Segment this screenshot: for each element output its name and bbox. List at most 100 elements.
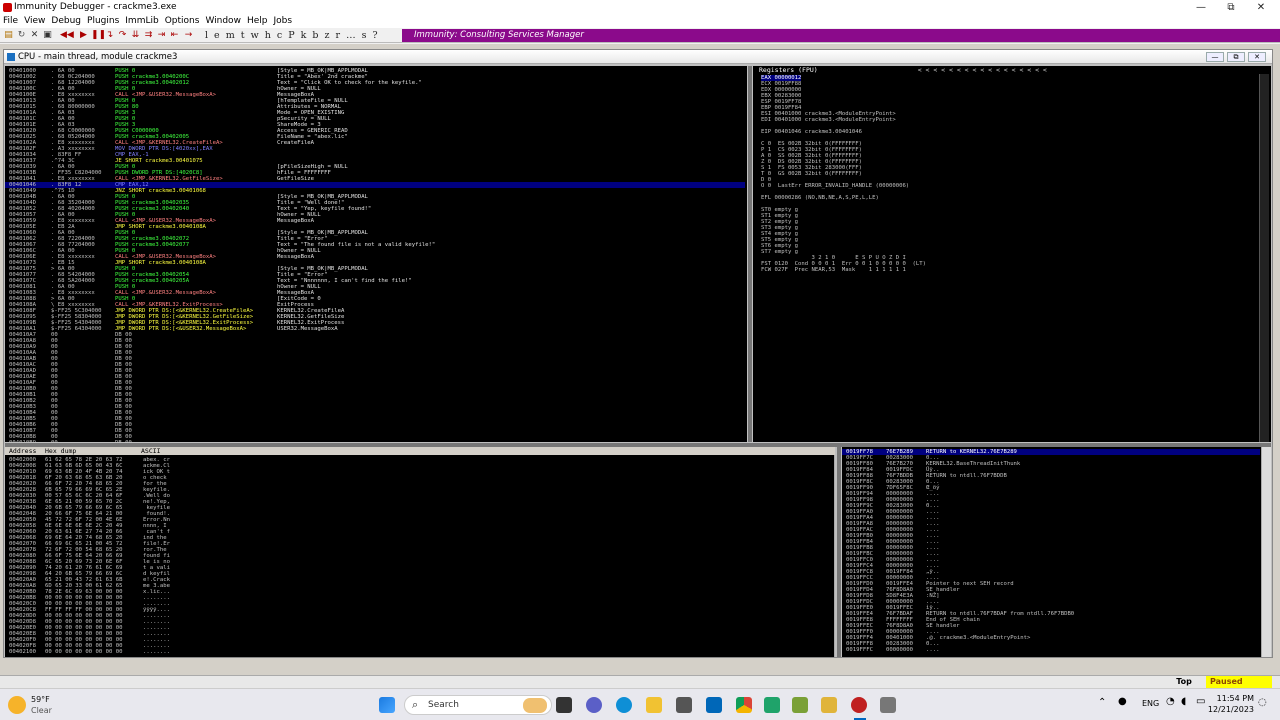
restore-button[interactable]: ⧉ (1216, 0, 1246, 15)
task-view-icon[interactable] (556, 697, 572, 713)
store-icon[interactable] (676, 697, 692, 713)
registers-scrollbar[interactable] (1259, 74, 1269, 442)
dump-header: Address Hex dump ASCII (5, 447, 835, 455)
cpu-minimize-button[interactable]: — (1206, 52, 1224, 62)
dump-scrollbar[interactable] (834, 455, 835, 657)
open-icon[interactable]: ▤ (3, 30, 14, 41)
search-highlight-icon (523, 698, 547, 713)
mail-icon[interactable] (706, 697, 722, 713)
registers-pane[interactable]: Registers (FPU) < < < < < < < < < < < < <… (753, 66, 1271, 442)
status-top: Top (1176, 677, 1192, 686)
chrome-icon[interactable] (736, 697, 752, 713)
cpu-window: CPU - main thread, module crackme3 — ⧉ ✕… (3, 49, 1273, 658)
language-indicator[interactable]: ENG (1142, 699, 1159, 708)
volume-icon[interactable]: ◖ (1181, 696, 1186, 707)
app-icon (3, 3, 12, 12)
disasm-row[interactable]: 004010B9 00 DB 00 (5, 440, 745, 442)
clock-date[interactable]: 12/21/2023 (1203, 705, 1254, 714)
menu-options[interactable]: Options (162, 15, 203, 28)
weather-temp[interactable]: 59°F (31, 695, 50, 704)
search-icon: ⌕ (412, 698, 419, 711)
pin-app-icon[interactable] (880, 697, 896, 713)
pane-splitter-lower[interactable] (837, 447, 841, 657)
pause-icon[interactable]: ❚❚ (91, 30, 106, 41)
menu-view[interactable]: View (21, 15, 48, 28)
cpu-close-button[interactable]: ✕ (1248, 52, 1266, 62)
menu-bar: File View Debug Plugins ImmLib Options Window H… (0, 15, 1280, 28)
search-box[interactable]: ⌕ Search (404, 695, 552, 715)
stack-pane[interactable]: 0019FF78 76E7B289 RETURN to KERNEL32.76E7B… (842, 447, 1271, 657)
clock-time[interactable]: 11:54 PM (1208, 694, 1254, 703)
registers-header: Registers (FPU) < < < < < < < < < < < < <… (753, 66, 1271, 74)
menu-file[interactable]: File (0, 15, 21, 28)
dump-ascii: ........ (143, 649, 170, 655)
immunity-debugger-taskbar-icon[interactable] (851, 697, 867, 713)
stack-row[interactable]: 0019FFFC 00000000.... (842, 647, 1260, 653)
notepad-plus-icon[interactable] (792, 697, 808, 713)
consulting-banner: Immunity: Consulting Services Manager (402, 29, 1280, 42)
trace-over-icon[interactable]: ⇉ (143, 30, 154, 41)
cpu-window-titlebar: CPU - main thread, module crackme3 — ⧉ ✕ (4, 50, 1272, 64)
menu-window[interactable]: Window (202, 15, 244, 28)
register-line[interactable]: EFL 00000286 (NO,NB,NE,A,S,PE,L,LE) (761, 195, 879, 201)
trace-into-icon[interactable]: ⇊ (130, 30, 141, 41)
step-back-icon[interactable]: ◀◀ (60, 30, 74, 41)
register-line[interactable]: T 0 GS 002B 32bit 0(FFFFFFFF) (761, 171, 862, 177)
register-line[interactable]: O 0 LastErr ERROR_INVALID_HANDLE (000000… (761, 183, 909, 189)
stack-value: 00000000 (886, 647, 913, 653)
restart-icon[interactable]: ↻ (16, 30, 27, 41)
file-explorer-icon[interactable] (646, 697, 662, 713)
attach-icon[interactable]: ▣ (42, 30, 53, 41)
dump-header-address[interactable]: Address (9, 447, 36, 455)
start-icon[interactable] (379, 697, 395, 713)
dump-row[interactable]: 00402100 00 00 00 00 00 00 00 00........ (5, 649, 825, 655)
stack-comment: .... (926, 647, 940, 653)
close-program-icon[interactable]: ✕ (29, 30, 40, 41)
chat-icon[interactable] (586, 697, 602, 713)
menu-plugins[interactable]: Plugins (84, 15, 122, 28)
stack-address: 0019FFFC (846, 647, 873, 653)
execute-till-user-icon[interactable]: ⇤ (169, 30, 180, 41)
disasm-address: 004010B9 (9, 440, 36, 442)
step-into-icon[interactable]: ↴ (104, 30, 115, 41)
registers-arrows[interactable]: < < < < < < < < < < < < < < < < < (918, 66, 1047, 74)
microphone-icon[interactable]: ● (1118, 696, 1127, 707)
dump-pane[interactable]: Address Hex dump ASCII 00402000 61 62 65 … (5, 447, 835, 657)
register-line[interactable]: FCW 027F Prec NEAR,53 Mask 1 1 1 1 1 1 (761, 267, 906, 273)
menu-jobs[interactable]: Jobs (270, 15, 295, 28)
disasm-instruction: DB 00 (115, 440, 132, 442)
disassembly-pane[interactable]: 00401000. 6A 00 PUSH 0 [Style = MB_OK|MB_A… (5, 66, 747, 442)
goto-icon[interactable]: → (183, 30, 194, 41)
register-line[interactable]: EIP 00401046 crackme3.00401046 (761, 129, 862, 135)
cpu-icon (7, 53, 15, 61)
dump-header-hex[interactable]: Hex dump (45, 447, 76, 455)
window-titlebar: Immunity Debugger - crackme3.exe — ⧉ ✕ (0, 0, 1280, 15)
dump-hex: 00 00 00 00 00 00 00 00 (45, 649, 123, 655)
close-button[interactable]: ✕ (1246, 0, 1276, 15)
status-paused: Paused (1206, 676, 1272, 688)
stack-scrollbar[interactable] (1261, 447, 1271, 657)
network-icon[interactable]: ◔ (1166, 696, 1175, 707)
weather-desc[interactable]: Clear (31, 706, 52, 715)
menu-immlib[interactable]: ImmLib (122, 15, 161, 28)
pane-splitter-vertical[interactable] (748, 66, 752, 442)
step-over-icon[interactable]: ↷ (117, 30, 128, 41)
menu-help[interactable]: Help (244, 15, 271, 28)
registers-title: Registers (FPU) (759, 66, 818, 74)
run-icon[interactable]: ▶ (78, 30, 89, 41)
archive-icon[interactable] (821, 697, 837, 713)
window-title: Immunity Debugger - crackme3.exe (14, 2, 177, 12)
dump-header-ascii[interactable]: ASCII (141, 447, 161, 455)
menu-debug[interactable]: Debug (48, 15, 84, 28)
app-green-icon[interactable] (764, 697, 780, 713)
tray-chevron-icon[interactable]: ⌃ (1098, 697, 1106, 708)
cpu-restore-button[interactable]: ⧉ (1227, 52, 1245, 62)
status-bar: Top Paused (0, 675, 1280, 688)
minimize-button[interactable]: — (1186, 0, 1216, 15)
window-shortcut-letters[interactable]: l e m t w h c P k b z r … s ? (205, 29, 378, 42)
notification-bell-icon[interactable]: ◌ (1258, 697, 1267, 708)
register-line[interactable]: EDI 00401000 crackme3.<ModuleEntryPoint> (761, 117, 896, 123)
execute-till-return-icon[interactable]: ⇥ (156, 30, 167, 41)
weather-icon[interactable] (8, 696, 26, 714)
edge-icon[interactable] (616, 697, 632, 713)
